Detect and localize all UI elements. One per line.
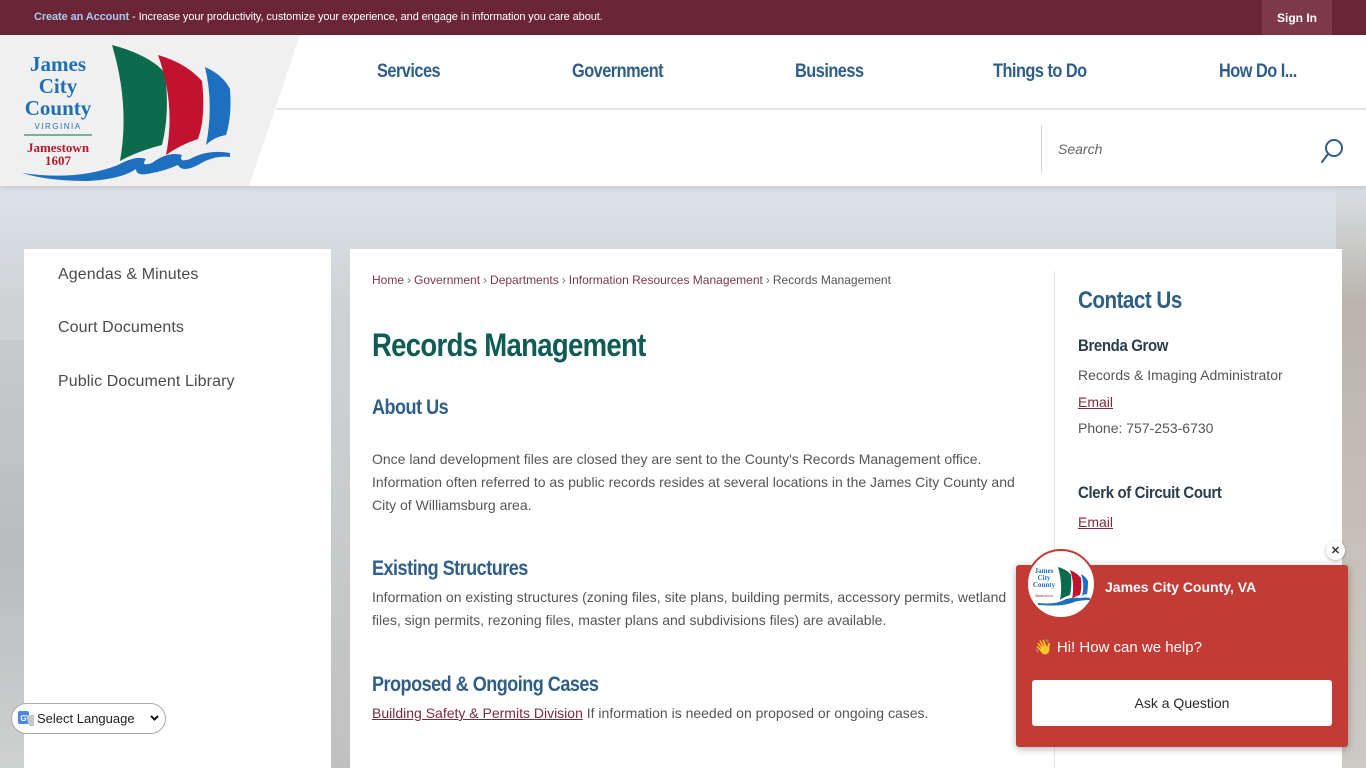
breadcrumb-government[interactable]: Government [414, 273, 480, 287]
logo-sail-green [112, 45, 167, 161]
contact-role: Records & Imaging Administrator [1078, 367, 1283, 383]
language-select[interactable]: G Select Language [11, 703, 166, 734]
section-heading-about-us: About Us [372, 396, 449, 419]
main-nav: Services Government Business Things to D… [276, 35, 1366, 110]
section-text-existing-structures: Information on existing structures (zoni… [372, 589, 1007, 628]
logo-text-virginia: VIRGINIA [34, 122, 81, 131]
search-box [1041, 125, 1366, 173]
ask-question-button[interactable]: Ask a Question [1032, 680, 1332, 726]
contact-phone: Phone: 757-253-6730 [1078, 420, 1214, 436]
waving-hand-icon: 👋 [1034, 639, 1053, 656]
breadcrumb-current: Records Management [772, 273, 891, 287]
building-safety-permits-link[interactable]: Building Safety & Permits Division [372, 705, 583, 721]
proposed-ongoing-text: If information is needed on proposed or … [582, 705, 929, 721]
breadcrumb-home[interactable]: Home [372, 273, 404, 287]
page-title: Records Management [372, 327, 646, 363]
google-translate-icon: G [18, 711, 34, 726]
top-bar: Create an Account - Increase your produc… [0, 0, 1366, 35]
breadcrumb-departments[interactable]: Departments [490, 273, 559, 287]
create-account-link[interactable]: Create an Account [34, 11, 129, 23]
chat-title: James City County, VA [1105, 579, 1257, 595]
svg-text:Jamestown: Jamestown [1035, 593, 1053, 598]
sidebar-item-agendas-minutes[interactable]: Agendas & Minutes [58, 266, 198, 284]
chat-close-icon[interactable]: ✕ [1326, 541, 1345, 560]
breadcrumb-separator: › [765, 273, 770, 287]
svg-text:G: G [20, 714, 26, 723]
search-icon[interactable] [1318, 137, 1346, 165]
svg-text:County: County [1033, 581, 1056, 589]
section-text-proposed-ongoing: Building Safety & Permits Division If in… [372, 702, 1032, 725]
breadcrumb-information-resources-management[interactable]: Information Resources Management [569, 273, 763, 287]
logo-text-county: County [25, 96, 92, 120]
logo-text-1607: 1607 [45, 153, 72, 168]
logo-text-james: James [30, 52, 86, 76]
logo-sail-blue [205, 67, 231, 145]
sign-in-button[interactable]: Sign In [1262, 0, 1332, 35]
chevron-down-icon [150, 715, 159, 721]
breadcrumb-separator: › [407, 273, 412, 287]
breadcrumb-separator: › [561, 273, 566, 287]
nav-government[interactable]: Government [572, 61, 664, 83]
breadcrumb: Home › Government › Departments › Information … [372, 273, 891, 287]
chat-greeting-text: Hi! How can we help? [1056, 639, 1202, 656]
contact-email-link[interactable]: Email [1078, 514, 1113, 530]
contact-name: Clerk of Circuit Court [1078, 483, 1222, 502]
county-logo-icon: James City County Jamestown [1033, 567, 1090, 606]
section-text-about-us: Once land development files are closed t… [372, 451, 1015, 513]
language-select-label: Select Language [37, 711, 135, 726]
logo-text-city: City [39, 74, 78, 98]
nav-services[interactable]: Services [377, 61, 441, 83]
search-input[interactable] [1058, 137, 1308, 161]
account-promo: Create an Account - Increase your produc… [34, 11, 603, 23]
promo-text: - Increase your productivity, customize … [129, 11, 603, 23]
county-logo[interactable]: James City County VIRGINIA Jamestown 160… [18, 41, 238, 181]
section-heading-proposed-ongoing: Proposed & Ongoing Cases [372, 673, 599, 696]
site-header: James City County VIRGINIA Jamestown 160… [0, 35, 1366, 186]
breadcrumb-separator: › [483, 273, 488, 287]
chat-widget: James City County Jamestown James City C… [1016, 549, 1348, 747]
nav-how-do-i[interactable]: How Do I... [1219, 61, 1297, 83]
contact-us-heading: Contact Us [1078, 287, 1182, 314]
sidebar-item-court-documents[interactable]: Court Documents [58, 319, 184, 337]
sidebar-item-public-document-library[interactable]: Public Document Library [58, 373, 235, 391]
contact-name: Brenda Grow [1078, 336, 1169, 355]
chat-avatar: James City County Jamestown [1026, 549, 1096, 619]
section-heading-existing-structures: Existing Structures [372, 557, 528, 580]
sidebar-nav: Agendas & Minutes Court Documents Public… [24, 249, 331, 768]
nav-business[interactable]: Business [795, 61, 864, 83]
nav-things-to-do[interactable]: Things to Do [993, 61, 1087, 83]
contact-email-link[interactable]: Email [1078, 394, 1113, 410]
chat-greeting: 👋 Hi! How can we help? [1034, 638, 1202, 656]
